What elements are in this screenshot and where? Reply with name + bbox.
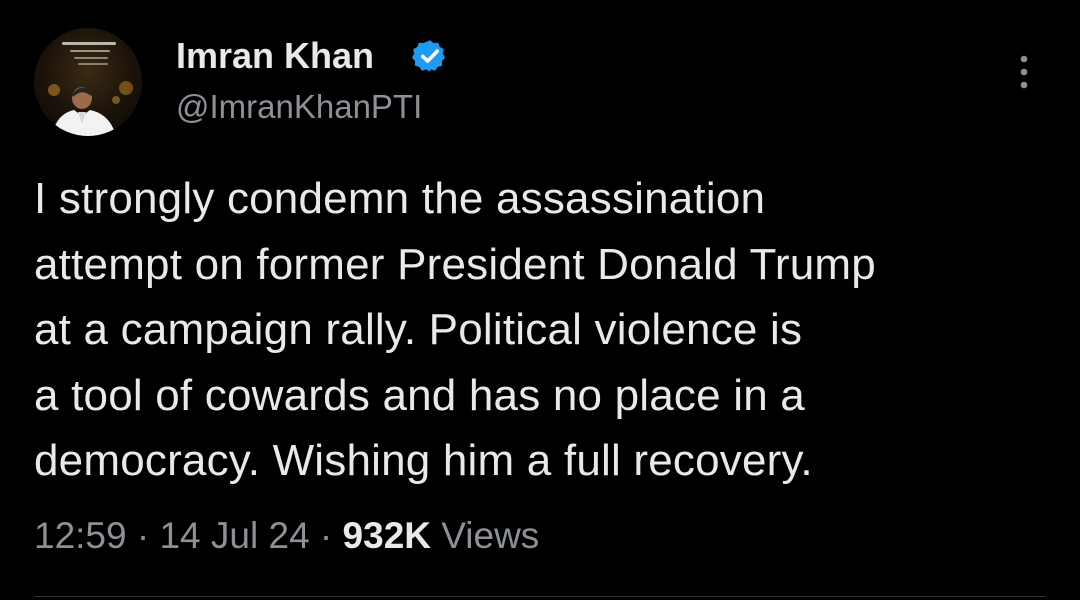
divider: [34, 596, 1046, 597]
avatar[interactable]: [34, 28, 142, 136]
verified-badge-icon: [412, 40, 445, 72]
views-count[interactable]: 932K: [343, 515, 431, 556]
author-handle[interactable]: @ImranKhanPTI: [176, 88, 422, 126]
meta-separator: ·: [126, 515, 160, 556]
views-label[interactable]: Views: [441, 515, 539, 556]
tweet-date[interactable]: 14 Jul 24: [159, 515, 309, 556]
author-name[interactable]: Imran Khan: [176, 36, 374, 76]
avatar-image: [48, 42, 133, 136]
tweet-time[interactable]: 12:59: [34, 515, 127, 556]
tweet-meta: 12:59 · 14 Jul 24 · 932K Views: [34, 512, 539, 560]
meta-separator: ·: [309, 515, 343, 556]
views-spacer: [431, 515, 441, 556]
tweet-text: I strongly condemn the assassination att…: [34, 174, 876, 485]
more-options-icon[interactable]: [1012, 52, 1036, 92]
tweet: Imran Khan @ImranKhanPTI I strongly cond…: [0, 0, 1080, 600]
